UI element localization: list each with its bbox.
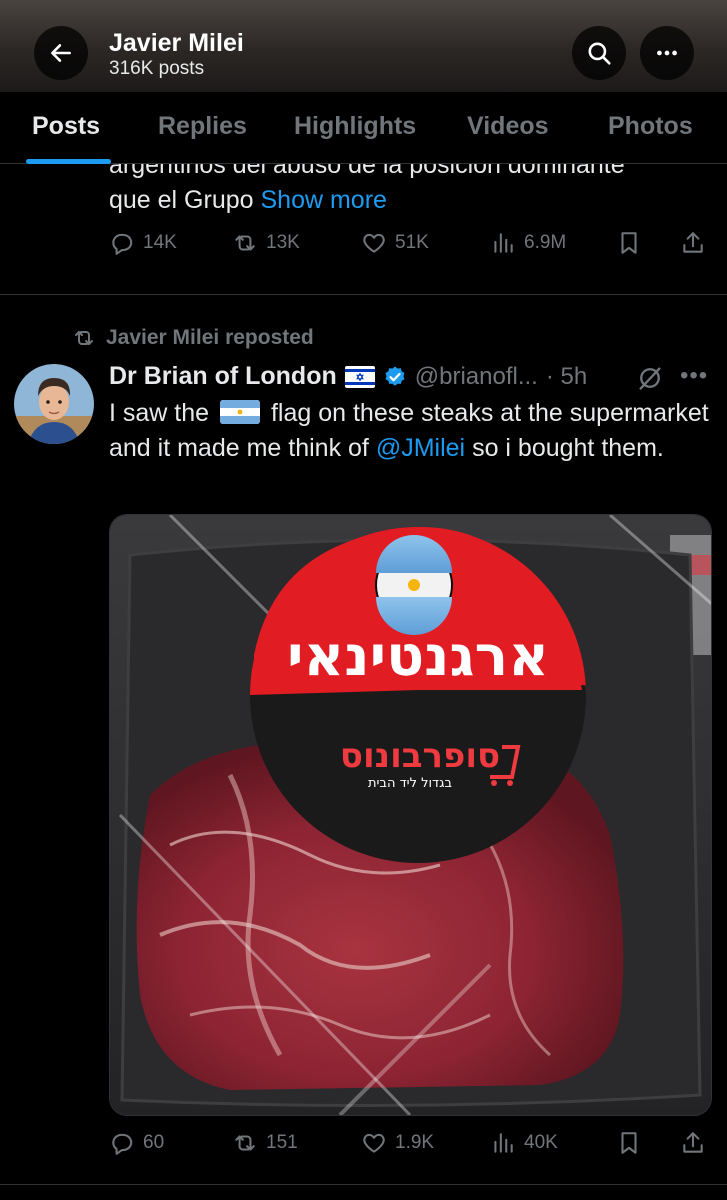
sticker-hebrew-label: ארגנטינאי [287,624,549,689]
views-count: 6.9M [524,232,567,253]
tweet-divider [0,294,727,295]
views-count: 40K [524,1132,558,1153]
reply-icon [112,233,133,255]
repost-indicator[interactable]: Javier Milei reposted [72,326,314,350]
tab-videos[interactable]: Videos [467,112,549,141]
views-icon [494,233,513,253]
heart-icon [363,233,385,253]
repost-icon [75,331,93,345]
like-button[interactable]: 1.9K [361,1130,434,1156]
clipped-text-container: argentinos del abuso de la posición domi… [0,164,727,188]
author-name[interactable]: Dr Brian of London [109,362,337,391]
profile-name: Javier Milei [109,29,244,57]
argentina-flag-icon [220,400,261,424]
tab-replies[interactable]: Replies [158,112,247,141]
tweet-text-line: que el Grupo [109,186,254,214]
share-icon [683,1132,703,1153]
mention-link[interactable]: @JMilei [376,434,465,462]
like-count: 51K [395,232,429,253]
heart-icon [363,1133,385,1153]
tweet-text-part: I saw the [109,399,210,427]
repost-count: 151 [266,1132,298,1153]
views-button[interactable]: 40K [490,1130,558,1156]
tweet-text: que el Grupo Show more [109,186,387,215]
steak-photo: ארגנטינאי סופרבונוס בגדול ליד הבית [110,515,711,1115]
like-count: 1.9K [395,1132,435,1153]
profile-tabs: Posts Replies Highlights Videos Photos [0,92,727,164]
bookmark-icon [621,1132,637,1154]
back-button[interactable] [34,26,88,80]
bookmark-icon [621,232,637,254]
like-button[interactable]: 51K [361,230,429,256]
tab-posts[interactable]: Posts [32,112,100,141]
profile-header: Javier Milei 316K posts [0,0,727,92]
more-button[interactable] [640,26,694,80]
share-icon [683,232,703,253]
bookmark-button[interactable] [616,1130,642,1156]
grok-icon[interactable] [636,364,664,392]
arrow-left-icon [51,44,71,62]
show-more-link[interactable]: Show more [261,186,387,214]
views-icon [494,1133,513,1153]
tweet-more-button[interactable]: ••• [680,362,708,390]
repost-count: 13K [266,232,300,253]
bookmark-button[interactable] [616,230,642,256]
tweet-text: I saw the flag on these steaks at the su… [109,396,709,466]
share-button[interactable] [680,230,706,256]
reply-icon [112,1133,133,1155]
views-button[interactable]: 6.9M [490,230,566,256]
tweet-author-row: Dr Brian of London @brianofl... · 5h [109,362,587,391]
tweet-divider [0,1184,727,1185]
post-count: 316K posts [109,58,205,79]
repost-button[interactable]: 151 [232,1130,298,1156]
avatar[interactable] [14,364,94,444]
tweet-time: · 5h [545,362,588,390]
reply-button[interactable]: 60 [109,1130,164,1156]
author-handle[interactable]: @brianofl... [415,363,538,391]
israel-flag-icon [344,365,375,388]
verified-badge-icon [385,366,405,386]
brand-tagline: בגדול ליד הבית [368,776,452,791]
reply-count: 60 [143,1132,165,1153]
tweet-text-part: so i bought them. [472,434,664,462]
search-icon [588,42,611,65]
share-button[interactable] [680,1130,706,1156]
tab-photos[interactable]: Photos [608,112,693,141]
brand-label: סופרבונוס [340,736,500,776]
tweet-actions: 60 151 1.9K 40K [0,1130,727,1164]
repost-button[interactable]: 13K [232,230,300,256]
search-button[interactable] [572,26,626,80]
tweet-image[interactable]: ארגנטינאי סופרבונוס בגדול ליד הבית [109,514,712,1116]
tweet-text-clipped: argentinos del abuso de la posición domi… [109,164,625,179]
repost-icon [235,1135,255,1151]
repost-icon [235,235,255,251]
reply-count: 14K [143,232,177,253]
repost-label: Javier Milei reposted [106,326,314,349]
tweet-actions: 14K 13K 51K 6.9M [0,230,727,264]
reply-button[interactable]: 14K [109,230,177,256]
tab-highlights[interactable]: Highlights [294,112,416,141]
more-horizontal-icon [657,50,677,56]
